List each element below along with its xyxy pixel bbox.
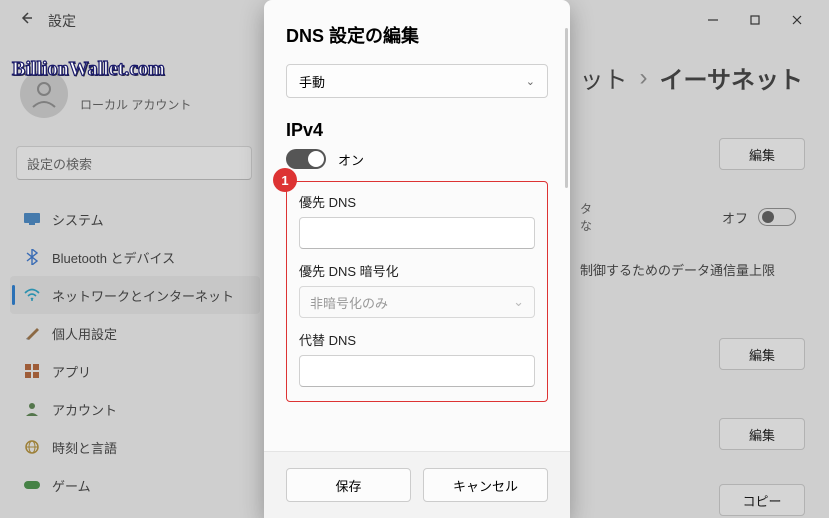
mode-value: 手動 [299, 72, 325, 91]
watermark-text: BillionWallet.com [12, 58, 165, 81]
cancel-button[interactable]: キャンセル [423, 468, 548, 502]
preferred-dns-label: 優先 DNS [299, 192, 535, 211]
scrollbar[interactable] [565, 28, 568, 188]
alternate-dns-label: 代替 DNS [299, 330, 535, 349]
ipv4-toggle[interactable] [286, 149, 326, 169]
chevron-down-icon: ⌄ [526, 75, 535, 88]
close-button[interactable] [779, 8, 815, 32]
preferred-dns-encryption-select[interactable]: 非暗号化のみ ⌄ [299, 286, 535, 318]
ipv4-toggle-label: オン [338, 150, 364, 169]
minimize-icon [707, 14, 719, 26]
save-button[interactable]: 保存 [286, 468, 411, 502]
annotation-badge: 1 [273, 168, 297, 192]
maximize-icon [749, 14, 761, 26]
dns-settings-dialog: DNS 設定の編集 手動 ⌄ IPv4 オン 1 優先 DNS 優先 DNS 暗… [264, 0, 570, 518]
highlight-box: 1 優先 DNS 優先 DNS 暗号化 非暗号化のみ ⌄ 代替 DNS [286, 181, 548, 402]
preferred-dns-input[interactable] [299, 217, 535, 249]
preferred-dns-encryption-label: 優先 DNS 暗号化 [299, 261, 535, 280]
dialog-title: DNS 設定の編集 [286, 22, 548, 48]
minimize-button[interactable] [695, 8, 731, 32]
ipv4-heading: IPv4 [286, 120, 548, 141]
alternate-dns-input[interactable] [299, 355, 535, 387]
close-icon [791, 14, 803, 26]
encryption-value: 非暗号化のみ [310, 293, 388, 312]
mode-select[interactable]: 手動 ⌄ [286, 64, 548, 98]
maximize-button[interactable] [737, 8, 773, 32]
chevron-down-icon: ⌄ [513, 294, 524, 310]
